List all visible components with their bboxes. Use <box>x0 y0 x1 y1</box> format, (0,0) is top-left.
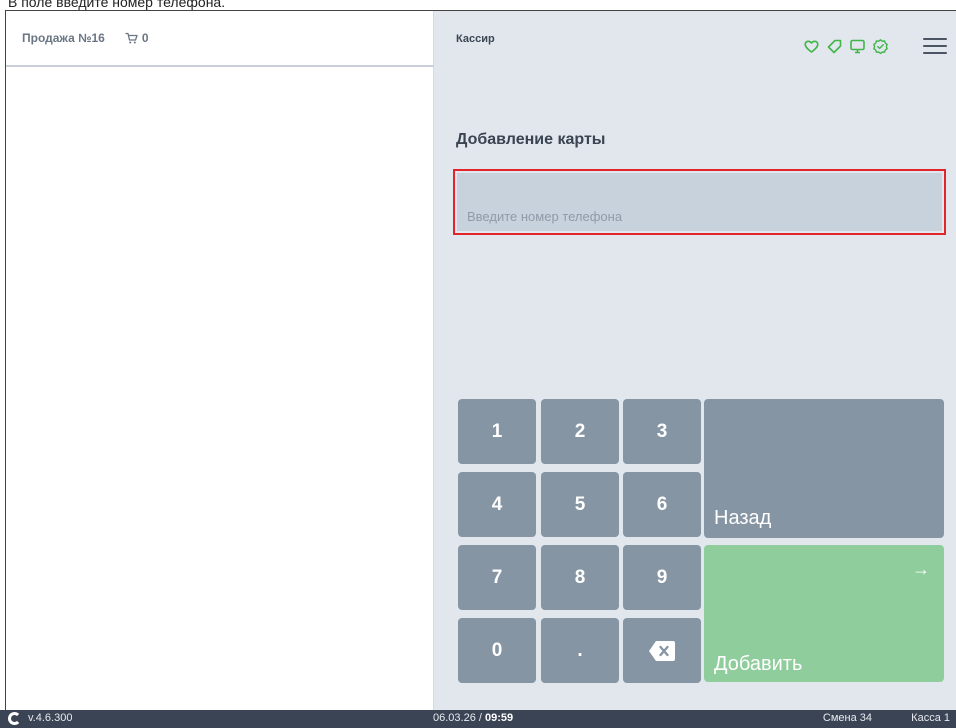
date-time: 06.03.26 / 09:59 <box>433 712 514 724</box>
backspace-icon <box>649 640 675 661</box>
pos-window: Продажа №16 0 Кассир Добавление карты Вв… <box>5 10 956 710</box>
backspace-key[interactable] <box>623 618 701 683</box>
tag-icon[interactable] <box>826 38 843 55</box>
heart-icon[interactable] <box>803 38 820 55</box>
status-bar: v.4.6.300 06.03.26 / 09:59 Смена 34 Касс… <box>0 710 956 728</box>
phone-input-highlight <box>453 169 946 235</box>
key-8[interactable]: 8 <box>541 545 619 610</box>
toolbar-icons <box>803 38 889 55</box>
monitor-icon[interactable] <box>849 38 866 55</box>
status-date: 06.03.26 <box>433 712 476 724</box>
status-time: 09:59 <box>485 712 514 724</box>
key-9[interactable]: 9 <box>623 545 701 610</box>
key-2[interactable]: 2 <box>541 399 619 464</box>
key-5[interactable]: 5 <box>541 472 619 537</box>
register-label: Касса 1 <box>911 712 950 724</box>
app-logo-icon <box>8 712 21 725</box>
cart-icon <box>125 32 138 44</box>
key-3[interactable]: 3 <box>623 399 701 464</box>
app-root: В поле введите номер телефона. Продажа №… <box>0 0 956 728</box>
menu-icon[interactable] <box>923 35 947 57</box>
phone-input[interactable] <box>457 173 942 231</box>
sale-header: Продажа №16 0 <box>6 11 434 67</box>
key-4[interactable]: 4 <box>458 472 536 537</box>
key-1[interactable]: 1 <box>458 399 536 464</box>
arrow-right-icon: → <box>912 559 930 579</box>
add-card-title: Добавление карты <box>456 131 606 148</box>
back-button-label: Назад <box>714 507 772 529</box>
cart-counter[interactable]: 0 <box>125 31 149 45</box>
app-version: v.4.6.300 <box>28 712 73 724</box>
key-7[interactable]: 7 <box>458 545 536 610</box>
back-button[interactable]: Назад <box>704 399 944 538</box>
card-panel: Кассир Добавление карты Введите номер те… <box>434 11 956 710</box>
instruction-caption: В поле введите номер телефона. <box>8 0 226 10</box>
key-dot[interactable]: . <box>541 618 619 683</box>
cart-count: 0 <box>141 31 149 45</box>
key-6[interactable]: 6 <box>623 472 701 537</box>
check-badge-icon[interactable] <box>872 38 889 55</box>
key-0[interactable]: 0 <box>458 618 536 683</box>
add-button-label: Добавить <box>714 653 803 675</box>
cashier-label: Кассир <box>456 33 495 45</box>
sale-title: Продажа №16 <box>22 31 105 45</box>
sale-panel: Продажа №16 0 <box>6 11 434 710</box>
add-button[interactable]: → Добавить <box>704 545 944 682</box>
shift-label: Смена 34 <box>822 712 872 724</box>
